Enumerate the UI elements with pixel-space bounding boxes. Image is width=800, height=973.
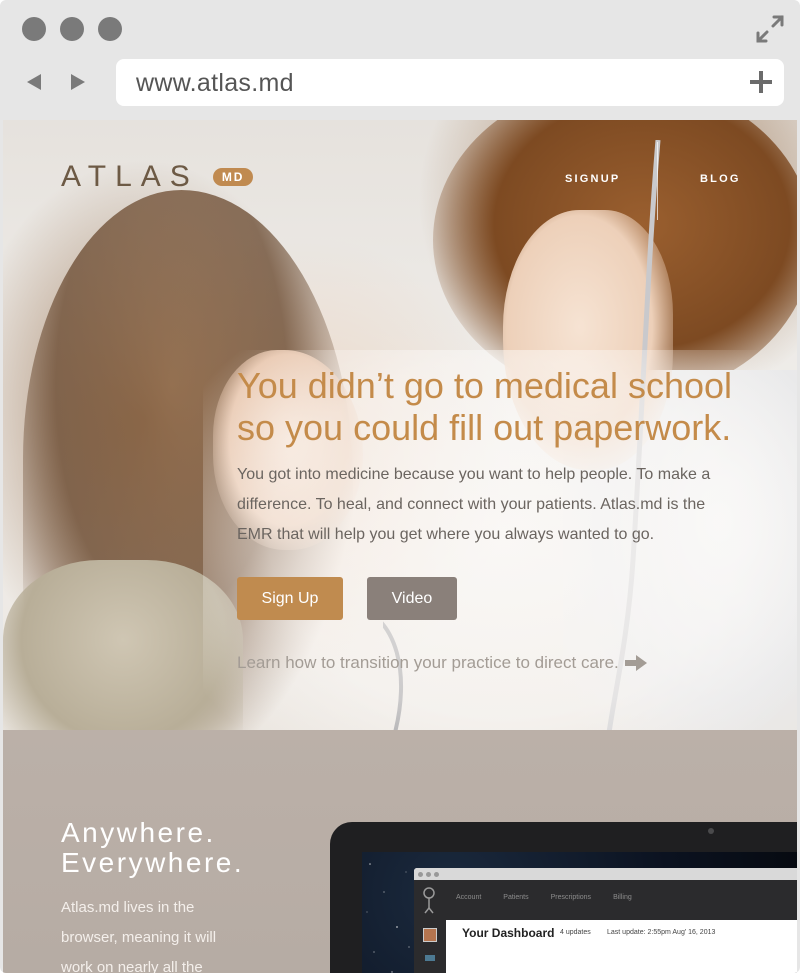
app-window: Account Patients Prescriptions Billing Y… — [414, 868, 797, 973]
transition-practice-link[interactable]: Learn how to transition your practice to… — [237, 653, 647, 673]
app-minimize-dot — [426, 871, 431, 877]
maximize-window-button[interactable] — [98, 17, 122, 41]
laptop-camera — [708, 828, 714, 834]
anywhere-title-line-2: Everywhere. — [61, 847, 245, 878]
logo-wordmark: ATLAS — [61, 160, 199, 193]
dashboard-title: Your Dashboard — [462, 926, 555, 940]
atlas-figure-icon — [423, 887, 435, 914]
anywhere-section: Anywhere. Everywhere. Atlas.md lives in … — [3, 730, 797, 973]
video-button[interactable]: Video — [367, 577, 457, 620]
avatar[interactable] — [423, 928, 437, 942]
history-navigation — [24, 72, 88, 92]
dashboard-panel: Your Dashboard 4 updates Last update: 2:… — [446, 920, 797, 973]
app-nav-prescriptions[interactable]: Prescriptions — [551, 894, 591, 901]
nav-link-blog[interactable]: BLOG — [700, 173, 741, 185]
hero-section: ATLAS MD SIGNUP BLOG You didn’t go to me… — [3, 120, 797, 730]
back-arrow-icon[interactable] — [24, 72, 44, 92]
forward-arrow-icon[interactable] — [68, 72, 88, 92]
app-nav-items: Account Patients Prescriptions Billing — [456, 894, 632, 901]
window-controls — [22, 17, 122, 41]
nav-link-signup[interactable]: SIGNUP — [565, 173, 620, 185]
dashboard-last-update: Last update: 2:55pm Aug' 16, 2013 — [607, 929, 716, 936]
app-nav-account[interactable]: Account — [456, 894, 481, 901]
app-nav-billing[interactable]: Billing — [613, 894, 632, 901]
app-close-dot — [418, 871, 423, 877]
hero-headline: You didn’t go to medical school so you c… — [237, 365, 777, 449]
hero-subcopy: You got into medicine because you want t… — [237, 466, 711, 543]
arrow-right-icon — [624, 655, 647, 671]
app-titlebar — [414, 868, 797, 880]
transition-link-text: Learn how to transition your practice to… — [237, 653, 619, 672]
browser-window: www.atlas.md ATLAS MD SIGNUP BLOG You di… — [0, 0, 800, 973]
hero-headline-line-1: You didn’t go to medical school — [237, 365, 732, 406]
url-text[interactable]: www.atlas.md — [136, 69, 294, 98]
logo-badge: MD — [212, 168, 254, 186]
atlas-md-logo[interactable]: ATLAS MD — [61, 160, 254, 194]
anywhere-title-line-1: Anywhere. — [61, 817, 216, 848]
anywhere-title: Anywhere. Everywhere. — [61, 818, 244, 878]
page-viewport: ATLAS MD SIGNUP BLOG You didn’t go to me… — [3, 120, 797, 973]
hero-headline-line-2: so you could fill out paperwork. — [237, 407, 732, 448]
address-bar[interactable]: www.atlas.md — [116, 59, 784, 106]
dashboard-updates-count: 4 updates — [560, 929, 591, 936]
laptop-screen: Account Patients Prescriptions Billing Y… — [362, 852, 797, 973]
app-navbar: Account Patients Prescriptions Billing — [414, 880, 797, 920]
anywhere-copy: Atlas.md lives in the browser, meaning i… — [61, 899, 217, 973]
app-nav-patients[interactable]: Patients — [503, 894, 528, 901]
expand-icon[interactable] — [754, 13, 786, 45]
app-maximize-dot — [434, 871, 439, 877]
sidebar-grid-icon[interactable] — [425, 955, 435, 961]
laptop-mockup: Account Patients Prescriptions Billing Y… — [330, 822, 797, 973]
close-window-button[interactable] — [22, 17, 46, 41]
new-tab-plus-icon[interactable] — [750, 71, 772, 93]
minimize-window-button[interactable] — [60, 17, 84, 41]
nav-divider — [657, 142, 658, 220]
sign-up-button[interactable]: Sign Up — [237, 577, 343, 620]
app-sidebar — [414, 920, 446, 973]
